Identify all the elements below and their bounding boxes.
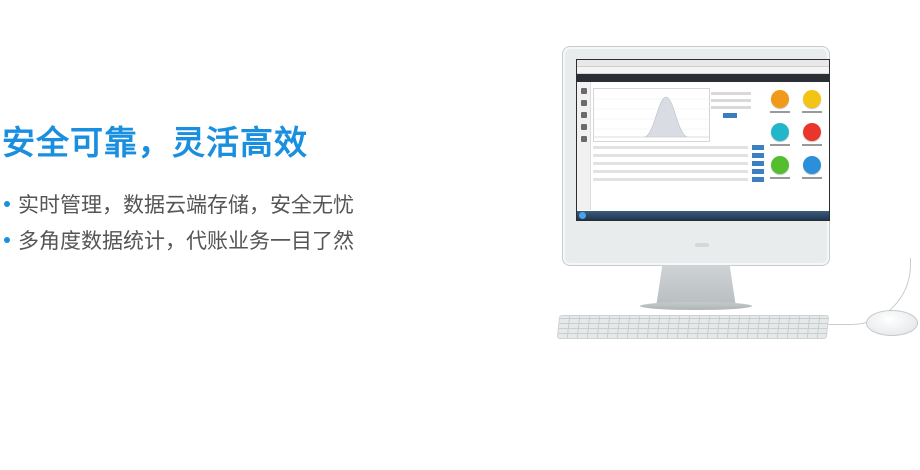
app-dashboard [577,82,829,210]
bullet-dot-icon [4,201,10,207]
feature-list: 实时管理，数据云端存储，安全无忧 多角度数据统计，代账业务一目了然 [4,186,354,258]
monitor-stand [656,265,736,307]
feature-text: 多角度数据统计，代账业务一目了然 [18,229,354,253]
blue-circle-icon [803,156,821,174]
sidebar-icon [580,112,587,118]
monitor-logo [695,243,709,247]
headline: 安全可靠，灵活高效 [2,123,308,162]
feature-text: 实时管理，数据云端存储，安全无忧 [18,193,354,217]
mouse [866,310,918,336]
module-icon-grid [767,90,825,179]
os-taskbar [577,211,829,220]
bullet-dot-icon [4,237,10,243]
browser-tabs [577,60,829,67]
browser-address-bar [577,67,829,74]
monitor-stand-base [640,302,752,310]
keyboard [556,315,830,339]
task-list [593,145,764,186]
chart-curve [594,96,709,138]
green-circle-icon [771,156,789,174]
sidebar-icon [580,100,587,106]
list-item [593,177,764,182]
list-item [593,153,764,158]
orange-circle-icon [771,90,789,108]
query-button [723,113,737,118]
monitor-screen [576,59,830,221]
start-button-icon [579,212,586,219]
monitor-bezel [562,46,830,266]
feature-item: 多角度数据统计，代账业务一目了然 [4,222,354,258]
dashboard-chart [593,88,710,142]
teal-circle-icon [771,123,789,141]
sidebar-icon [580,88,587,94]
app-header-bar [577,74,829,82]
computer-illustration [556,44,920,344]
yellow-circle-icon [803,90,821,108]
query-form [711,92,751,138]
app-sidebar [577,82,591,210]
sidebar-icon [580,136,587,142]
list-item [593,169,764,174]
list-item [593,145,764,150]
list-item [593,161,764,166]
red-circle-icon [803,123,821,141]
sidebar-icon [580,124,587,130]
feature-item: 实时管理，数据云端存储，安全无忧 [4,186,354,222]
